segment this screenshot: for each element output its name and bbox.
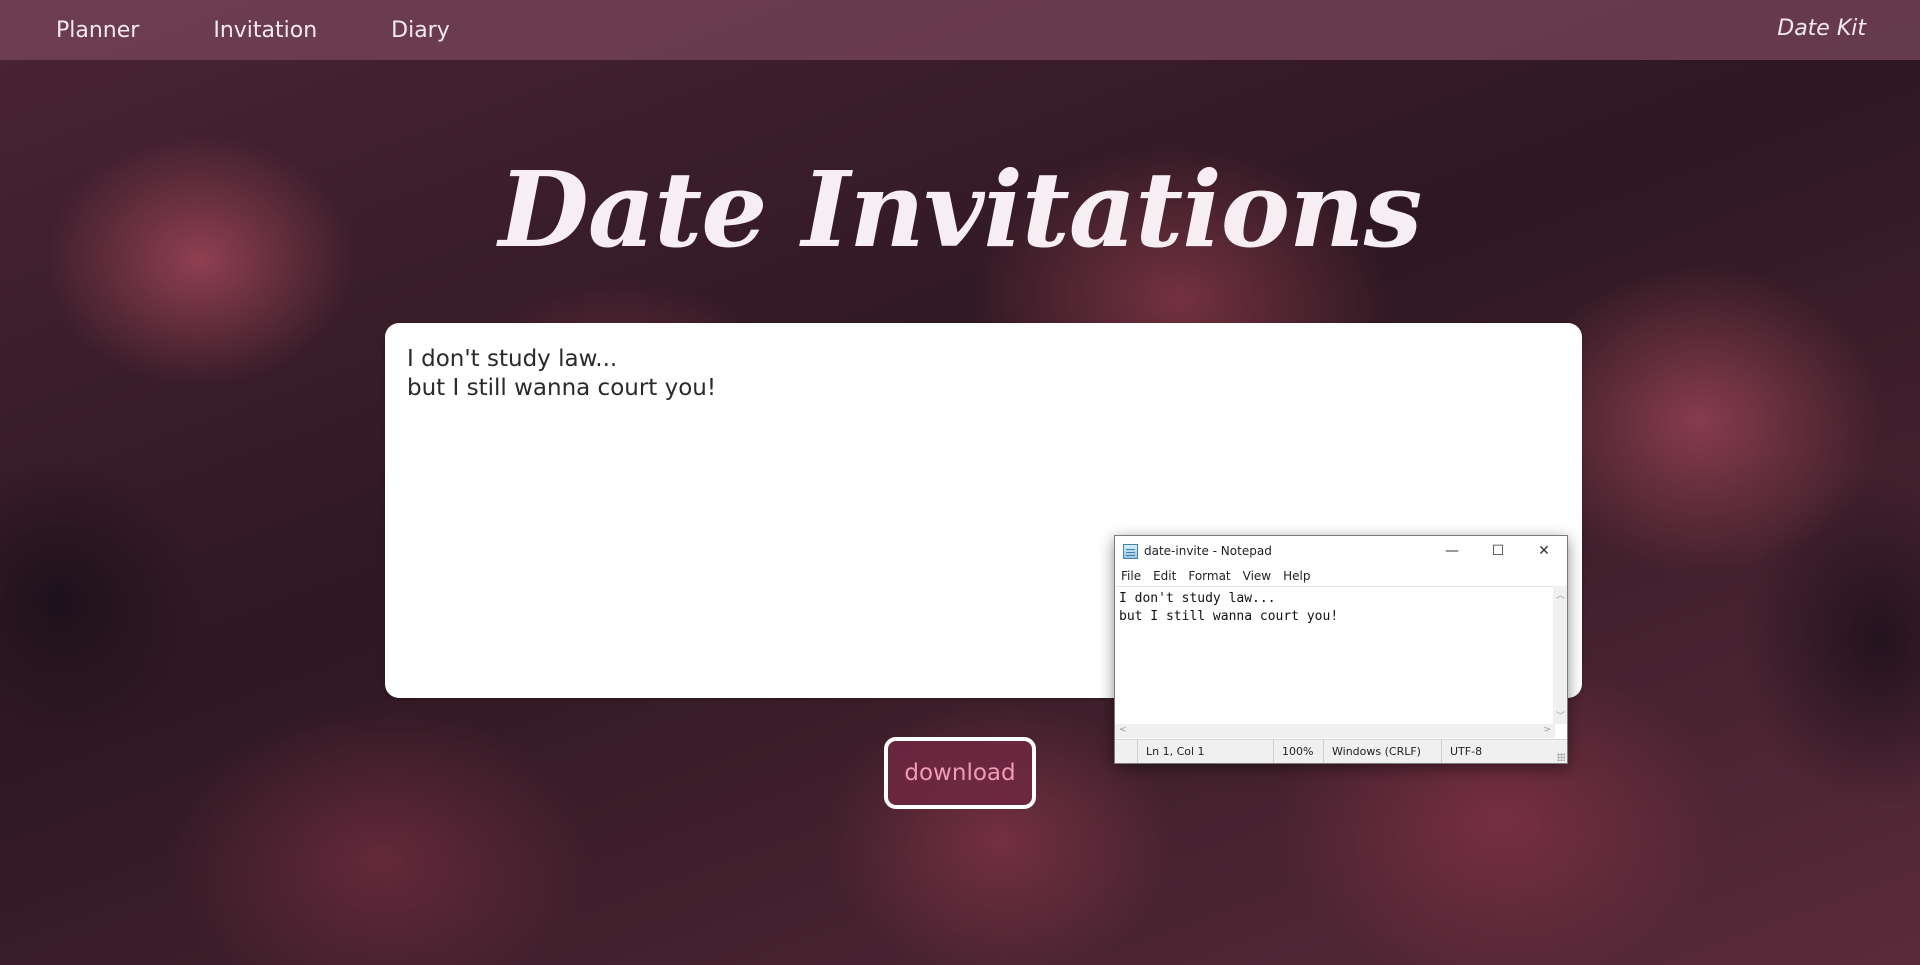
maximize-icon[interactable]: ☐	[1475, 536, 1521, 566]
status-line-ending: Windows (CRLF)	[1323, 740, 1441, 763]
scroll-right-icon[interactable]: >	[1543, 725, 1551, 735]
notepad-status-bar: Ln 1, Col 1 100% Windows (CRLF) UTF-8	[1115, 739, 1567, 763]
notepad-window: date-invite - Notepad — ☐ ✕ File Edit Fo…	[1114, 535, 1568, 764]
notepad-title: date-invite - Notepad	[1144, 544, 1272, 558]
scroll-left-icon[interactable]: <	[1119, 725, 1127, 735]
vertical-scrollbar[interactable]: ︿ ﹀	[1553, 586, 1567, 724]
notepad-title-bar[interactable]: date-invite - Notepad — ☐ ✕	[1115, 536, 1567, 566]
notepad-app-icon	[1123, 543, 1138, 559]
invitation-line-1: I don't study law...	[407, 346, 618, 372]
nav-link-invitation[interactable]: Invitation	[213, 18, 317, 43]
notepad-text-area[interactable]: I don't study law... but I still wanna c…	[1115, 586, 1555, 724]
notepad-menu-bar: File Edit Format View Help	[1115, 566, 1567, 586]
notepad-line-2: but I still wanna court you!	[1119, 609, 1339, 624]
status-zoom: 100%	[1273, 740, 1323, 763]
menu-format[interactable]: Format	[1188, 569, 1230, 583]
menu-view[interactable]: View	[1243, 569, 1271, 583]
status-spacer	[1115, 740, 1137, 763]
horizontal-scrollbar[interactable]: < >	[1115, 724, 1555, 738]
status-cursor-position: Ln 1, Col 1	[1137, 740, 1273, 763]
invitation-line-2: but I still wanna court you!	[407, 375, 717, 401]
scroll-down-icon[interactable]: ﹀	[1556, 709, 1565, 722]
download-button[interactable]: download	[884, 737, 1036, 809]
menu-file[interactable]: File	[1121, 569, 1141, 583]
top-nav-bar: Planner Invitation Diary Date Kit	[0, 0, 1920, 60]
notepad-line-1: I don't study law...	[1119, 591, 1276, 606]
window-controls: — ☐ ✕	[1429, 536, 1567, 566]
nav-link-diary[interactable]: Diary	[391, 18, 450, 43]
resize-grip-icon[interactable]	[1557, 753, 1565, 761]
page-title: Date Invitations	[498, 148, 1423, 271]
close-icon[interactable]: ✕	[1521, 536, 1567, 566]
menu-help[interactable]: Help	[1283, 569, 1310, 583]
scroll-up-icon[interactable]: ︿	[1556, 588, 1565, 601]
menu-edit[interactable]: Edit	[1153, 569, 1176, 583]
nav-link-planner[interactable]: Planner	[56, 18, 139, 43]
brand-logo[interactable]: Date Kit	[1777, 16, 1866, 41]
status-encoding: UTF-8	[1441, 740, 1490, 763]
minimize-icon[interactable]: —	[1429, 536, 1475, 566]
